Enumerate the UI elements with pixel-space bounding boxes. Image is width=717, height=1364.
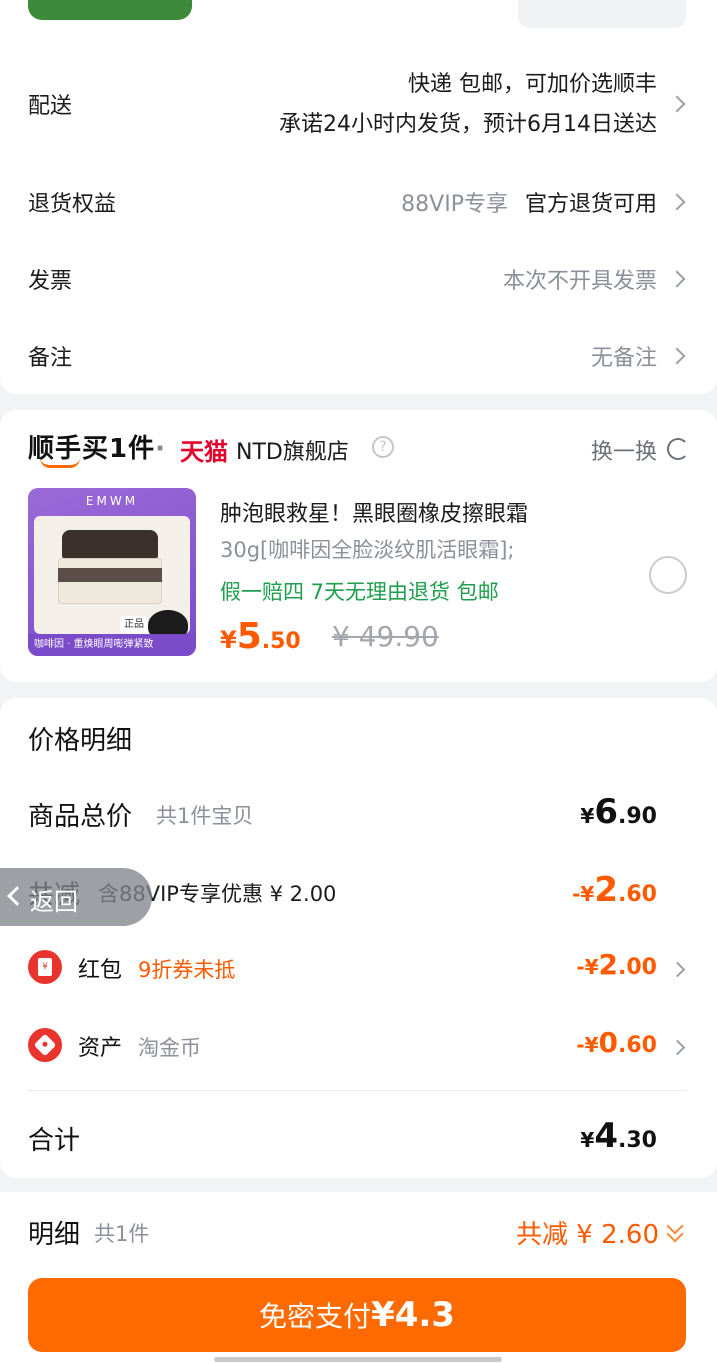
remark-label: 备注 xyxy=(28,346,73,371)
product-title[interactable]: 肿泡眼救星！黑眼圈橡皮擦眼霜 xyxy=(220,496,528,528)
red-envelope-icon: ¥ xyxy=(28,950,62,984)
total-value: ¥4.30 xyxy=(580,1116,657,1156)
product-subtitle: 30g[咖啡因全脸淡纹肌活眼霜]; xyxy=(220,538,515,562)
returns-vip: 88VIP专享 xyxy=(401,192,508,217)
addon-card: 顺手买1件· 天猫 NTD旗舰店 ? 换一换 EMWM 正品 咖啡因 · 重焕眼… xyxy=(0,410,717,682)
shop-name[interactable]: NTD旗舰店 xyxy=(236,434,349,466)
chevron-right-icon xyxy=(668,193,686,211)
total-label: 合计 xyxy=(28,1126,81,1156)
previous-card-stub xyxy=(0,0,717,40)
invoice-row[interactable]: 发票 本次不开具发票 xyxy=(0,253,717,303)
order-options-card: 配送 快递 包邮，可加价选顺丰 承诺24小时内发货，预计6月14日送达 退货权益… xyxy=(0,40,717,394)
red-packet-value: -¥2.00 xyxy=(576,948,657,981)
question-icon[interactable]: ? xyxy=(372,436,394,458)
detail-title[interactable]: 明细 xyxy=(28,1214,80,1251)
product-tags: 假一赔四 7天无理由退货 包邮 xyxy=(220,580,499,604)
discount-value: -¥2.60 xyxy=(572,870,657,910)
returns-row[interactable]: 退货权益 88VIP专享 官方退货可用 xyxy=(0,176,717,226)
price-detail-title: 价格明细 xyxy=(28,726,133,756)
remark-value: 无备注 xyxy=(590,346,657,371)
pay-button[interactable]: 免密支付¥4.3 xyxy=(28,1278,686,1352)
back-label: 返回 xyxy=(30,888,78,916)
delivery-line1: 快递 包邮，可加价选顺丰 xyxy=(408,72,657,97)
invoice-value: 本次不开具发票 xyxy=(502,269,657,294)
total-savings[interactable]: 共减 ¥ 2.60 xyxy=(516,1214,659,1251)
image-caption: 咖啡因 · 重焕眼周嘭弹紧致 xyxy=(28,634,196,656)
swap-button[interactable]: 换一换 xyxy=(591,434,657,466)
green-tag xyxy=(28,0,192,20)
assets-row[interactable]: 资产 淘金币 -¥0.60 xyxy=(0,1024,717,1074)
red-packet-sub: 9折券未抵 xyxy=(138,958,236,982)
chevron-right-icon xyxy=(668,270,686,288)
chevron-left-icon xyxy=(7,886,27,906)
assets-label: 资产 xyxy=(78,1036,123,1061)
overlay-text: 再再进京道好 xyxy=(258,646,378,670)
assets-value: -¥0.60 xyxy=(576,1026,657,1059)
invoice-label: 发票 xyxy=(28,269,73,294)
subtotal-row: 商品总价 共1件宝贝 ¥6.90 xyxy=(0,790,717,840)
tmall-logo: 天猫 xyxy=(180,438,228,466)
pay-label: 免密支付 xyxy=(259,1300,372,1333)
total-row: 合计 ¥4.30 xyxy=(0,1116,717,1166)
subtotal-sub: 共1件宝贝 xyxy=(156,804,254,828)
pay-amount: ¥4.3 xyxy=(371,1295,455,1335)
assets-sub: 淘金币 xyxy=(138,1036,201,1060)
tag-icon xyxy=(28,1028,62,1062)
bottom-bar: 明细 共1件 共减 ¥ 2.60 免密支付¥4.3 xyxy=(0,1192,717,1364)
returns-value: 官方退货可用 xyxy=(524,192,657,217)
chevron-right-icon xyxy=(668,347,686,365)
subtotal-label: 商品总价 xyxy=(28,802,133,832)
authentic-badge: 正品 xyxy=(120,616,148,634)
red-packet-row[interactable]: ¥ 红包 9折券未抵 -¥2.00 xyxy=(0,946,717,996)
select-radio[interactable] xyxy=(649,556,687,594)
chevron-right-icon xyxy=(668,95,686,113)
remark-row[interactable]: 备注 无备注 xyxy=(0,330,717,380)
detail-count: 共1件 xyxy=(94,1222,150,1246)
subtotal-value: ¥6.90 xyxy=(580,792,657,832)
double-chevron-down-icon[interactable] xyxy=(665,1217,687,1243)
jar-label xyxy=(58,568,162,582)
returns-label: 退货权益 xyxy=(28,192,117,217)
refresh-icon[interactable] xyxy=(667,438,689,460)
chevron-right-icon xyxy=(669,1039,686,1056)
delivery-label: 配送 xyxy=(28,94,73,119)
delivery-line2: 承诺24小时内发货，预计6月14日送达 xyxy=(279,112,657,137)
price-detail-card: 价格明细 商品总价 共1件宝贝 ¥6.90 共减 含88VIP专享优惠 ¥ 2.… xyxy=(0,698,717,1178)
smile-logo-mark xyxy=(40,458,80,468)
image-brand: EMWM xyxy=(85,494,139,508)
back-button[interactable]: 返回 xyxy=(0,868,152,926)
jar-lid xyxy=(62,530,158,558)
delivery-row[interactable]: 配送 快递 包邮，可加价选顺丰 承诺24小时内发货，预计6月14日送达 xyxy=(0,58,717,150)
divider xyxy=(28,1090,686,1091)
chevron-right-icon xyxy=(669,961,686,978)
quantity-stepper-stub[interactable] xyxy=(518,0,686,28)
red-packet-label: 红包 xyxy=(78,958,123,983)
product-image[interactable]: EMWM 正品 咖啡因 · 重焕眼周嘭弹紧致 xyxy=(28,488,196,656)
home-indicator[interactable] xyxy=(214,1357,502,1362)
